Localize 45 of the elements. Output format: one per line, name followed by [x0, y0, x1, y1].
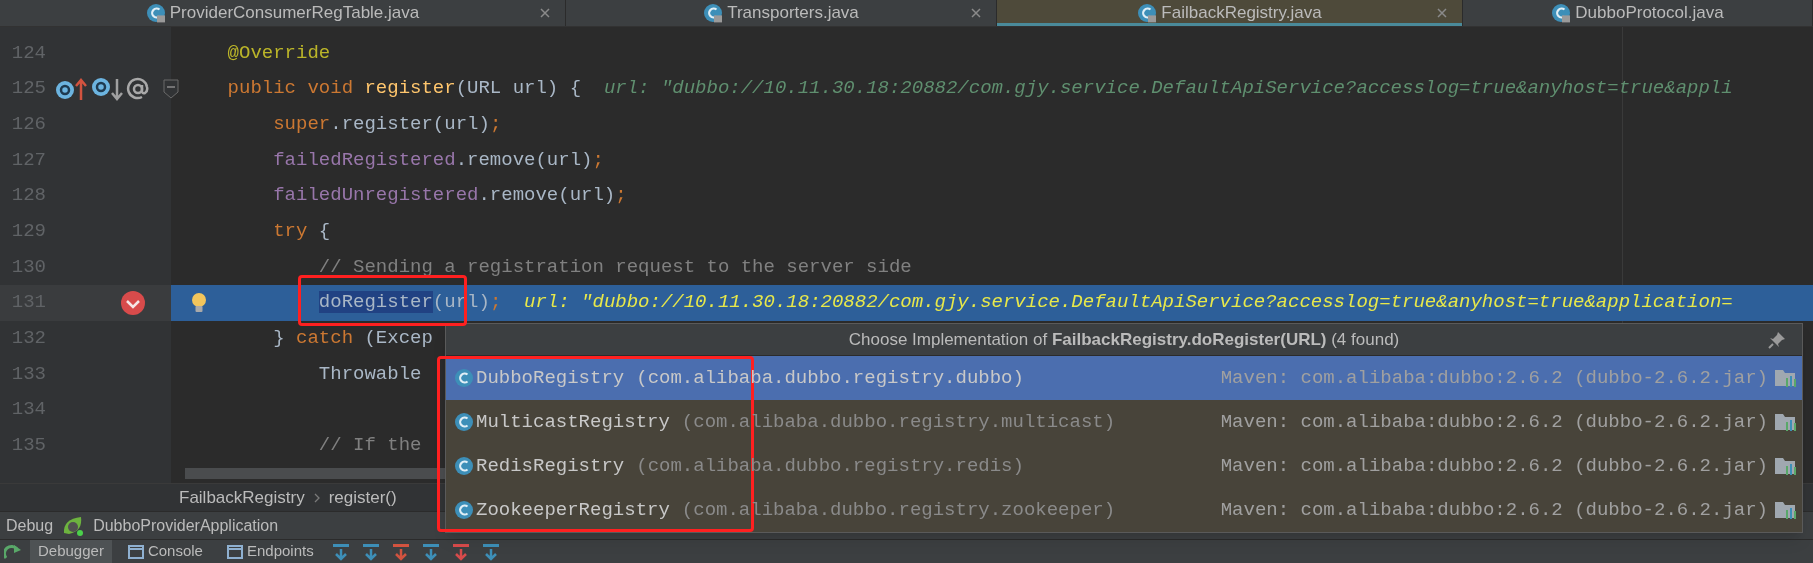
code-line: // If the: [317, 433, 422, 459]
class-icon: [454, 456, 474, 476]
class-icon: [454, 412, 474, 432]
scrollbar-thumb[interactable]: [185, 468, 445, 479]
panel-title: Debug: [6, 515, 54, 536]
code-line: } catch (Excep: [272, 326, 433, 352]
implemented-icon: [90, 75, 124, 102]
code-line: public void register(URL url) { url: "dubbo://10.11.30.18:20882/com.gjy.service.DefaultApiService?accesslog=true&anyhost=true&appli: [226, 76, 1733, 102]
class-icon: [454, 368, 474, 388]
run-configuration[interactable]: DubboProviderApplication: [93, 513, 279, 538]
class-icon: [1137, 3, 1158, 23]
code-line: failedUnregistered.remove(url);: [272, 183, 627, 209]
class-icon: [145, 3, 166, 23]
code-line: Throwable: [317, 361, 422, 387]
code-line: super.register(url);: [272, 111, 502, 137]
code-line: try {: [272, 219, 331, 245]
library-icon: [1774, 499, 1798, 521]
class-icon: [703, 3, 724, 23]
lightbulb-icon[interactable]: [191, 291, 207, 314]
tool-tab[interactable]: Endpoints: [218, 540, 322, 563]
tool-tab[interactable]: Debugger: [30, 540, 112, 563]
code-line: // Sending a registration request to the server side: [317, 254, 912, 280]
code-line: failedRegistered.remove(url);: [272, 147, 604, 173]
popup-title: Choose Implementation of FailbackRegistry.doRegister(URL) (4 found): [848, 328, 1400, 351]
breakpoint-icon[interactable]: [120, 289, 146, 316]
at-sign-icon: [126, 76, 150, 101]
chevron-icon: [312, 491, 321, 504]
class-icon: [1551, 3, 1572, 23]
library-icon: [1774, 455, 1798, 477]
rerun-icon[interactable]: [4, 543, 22, 560]
leaf-bug-icon: [61, 514, 86, 537]
tool-tab[interactable]: Console: [119, 540, 211, 563]
close-icon[interactable]: [970, 7, 982, 19]
window-icon: [226, 543, 243, 560]
close-icon[interactable]: [1436, 7, 1448, 19]
window-icon: [127, 543, 144, 560]
breadcrumb-item[interactable]: FailbackRegistry: [179, 484, 305, 511]
pin-icon[interactable]: [1768, 330, 1786, 349]
code-line: @Override: [226, 40, 331, 66]
library-icon: [1774, 411, 1798, 433]
editor-tab[interactable]: FailbackRegistry.java: [997, 0, 1463, 26]
close-icon[interactable]: [539, 7, 551, 19]
class-icon: [454, 500, 474, 520]
breadcrumb-item[interactable]: register(): [328, 484, 397, 511]
library-icon: [1774, 367, 1798, 389]
